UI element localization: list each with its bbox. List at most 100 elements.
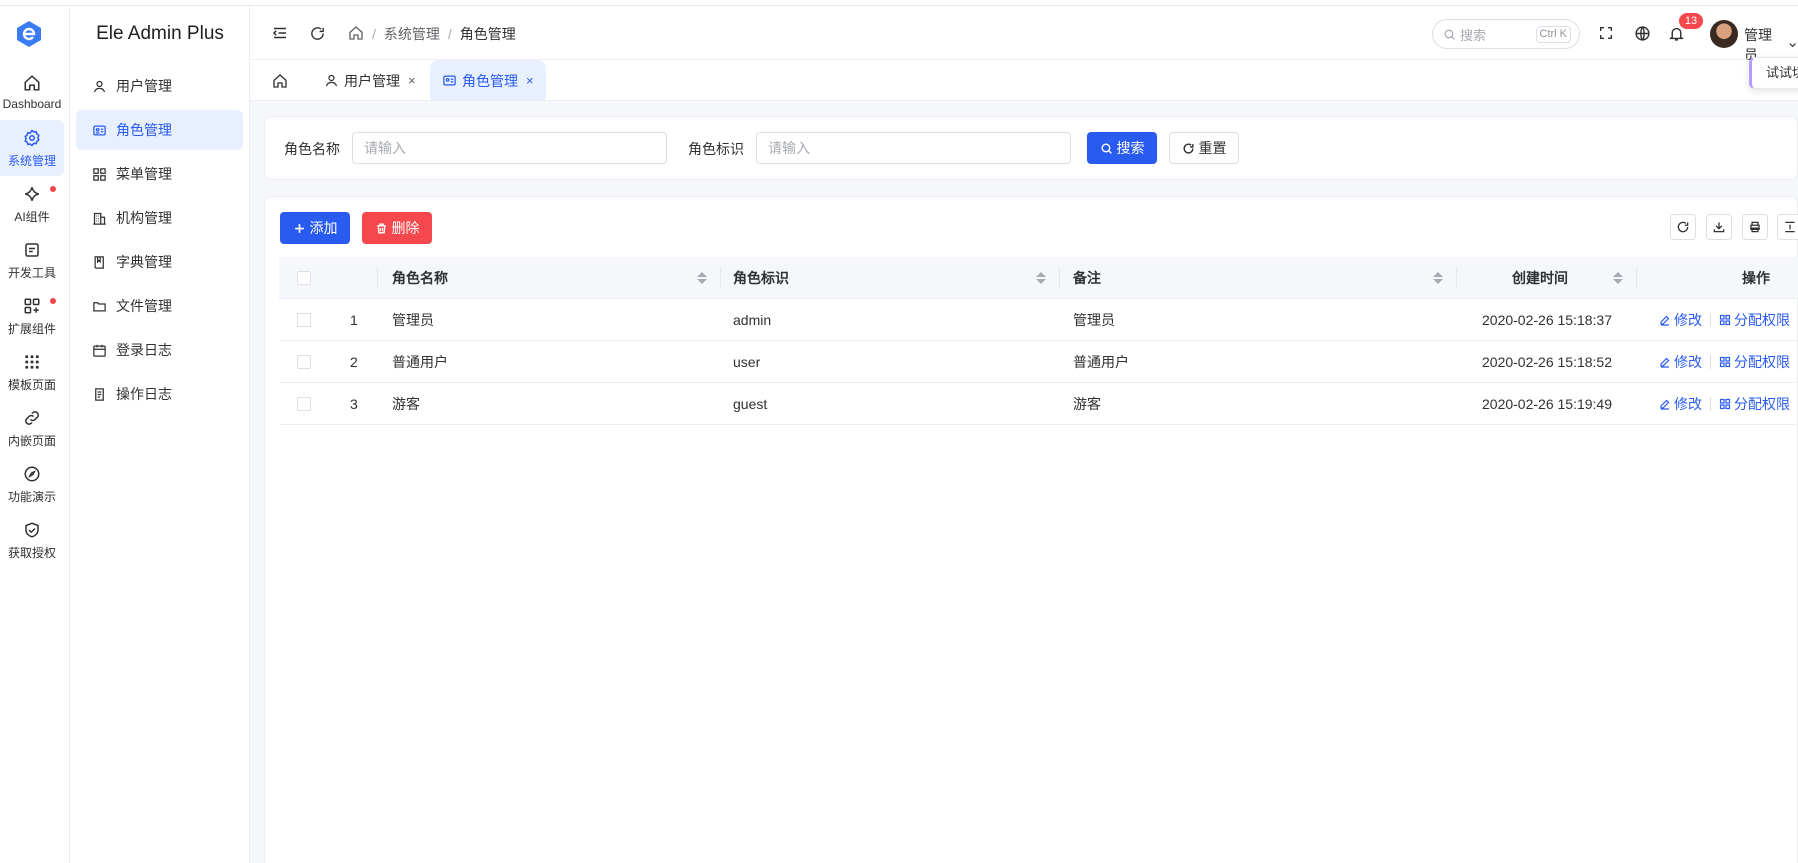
try-switch-tip[interactable]: 试试切 bbox=[1749, 57, 1798, 89]
rail-item-dashboard[interactable]: Dashboard bbox=[0, 64, 64, 120]
menu-item-label: 文件管理 bbox=[116, 298, 172, 314]
header-remark[interactable]: 备注 bbox=[1073, 257, 1101, 299]
assign-permission-link[interactable]: 分配权限 bbox=[1719, 352, 1790, 372]
menu-item-menus[interactable]: 菜单管理 bbox=[76, 154, 243, 194]
assign-permission-link[interactable]: 分配权限 bbox=[1719, 310, 1790, 330]
rail-item-label: Dashboard bbox=[2, 97, 62, 111]
rail-item-devtools[interactable]: 开发工具 bbox=[0, 232, 64, 288]
sort-icon[interactable] bbox=[697, 272, 707, 284]
tab-roles[interactable]: 角色管理 × bbox=[430, 60, 546, 101]
breadcrumb-current: 角色管理 bbox=[459, 26, 516, 42]
search-button-label: 搜索 bbox=[1116, 140, 1145, 156]
gear-icon bbox=[22, 128, 42, 148]
reset-button[interactable]: 重置 bbox=[1169, 132, 1239, 164]
rail-item-embedded[interactable]: 内嵌页面 bbox=[0, 400, 64, 456]
breadcrumb-system[interactable]: 系统管理 bbox=[384, 24, 440, 44]
tab-home[interactable] bbox=[260, 60, 304, 101]
user-icon bbox=[324, 73, 340, 89]
trash-icon bbox=[375, 222, 388, 235]
role-name-input[interactable]: 请输入 bbox=[352, 132, 667, 164]
tab-users[interactable]: 用户管理 × bbox=[312, 60, 428, 101]
row-remark: 游客 bbox=[1073, 396, 1101, 412]
rail-item-license[interactable]: 获取授权 bbox=[0, 512, 64, 568]
close-icon[interactable]: × bbox=[408, 73, 416, 88]
rail-item-label: 获取授权 bbox=[7, 545, 56, 560]
rail-item-system[interactable]: 系统管理 bbox=[0, 120, 64, 176]
add-button[interactable]: 添加 bbox=[280, 212, 350, 244]
language-button[interactable] bbox=[1632, 23, 1652, 43]
rail-item-label: 扩展组件 bbox=[7, 321, 56, 336]
rail-item-extensions[interactable]: 扩展组件 bbox=[0, 288, 64, 344]
action-divider bbox=[1710, 355, 1711, 369]
search-placeholder: 搜索 bbox=[1460, 27, 1487, 43]
notification-dot bbox=[50, 186, 56, 192]
row-actions: 修改 分配权限 bbox=[1659, 299, 1790, 341]
rail-item-ai[interactable]: AI组件 bbox=[0, 176, 64, 232]
menu-item-files[interactable]: 文件管理 bbox=[76, 286, 243, 326]
fullscreen-button[interactable] bbox=[1596, 23, 1616, 43]
row-created: 2020-02-26 15:19:49 bbox=[1482, 396, 1612, 412]
row-checkbox[interactable] bbox=[297, 341, 311, 383]
menu-item-label: 登录日志 bbox=[116, 342, 172, 358]
menu-item-users[interactable]: 用户管理 bbox=[76, 66, 243, 106]
row-checkbox[interactable] bbox=[297, 299, 311, 341]
table-row: 3 游客 guest 游客 2020-02-26 15:19:49 修改 分配权… bbox=[279, 383, 1798, 425]
menu-item-label: 角色管理 bbox=[116, 122, 172, 138]
header-role-name[interactable]: 角色名称 bbox=[392, 257, 448, 299]
dots-grid-icon bbox=[22, 352, 42, 372]
print-button[interactable] bbox=[1742, 214, 1768, 240]
sort-icon[interactable] bbox=[1613, 272, 1623, 284]
edit-link[interactable]: 修改 bbox=[1659, 352, 1702, 372]
breadcrumb-home-icon[interactable] bbox=[348, 25, 364, 44]
search-shortcut: Ctrl K bbox=[1535, 26, 1571, 43]
refresh-button[interactable] bbox=[307, 23, 327, 43]
edit-link[interactable]: 修改 bbox=[1659, 310, 1702, 330]
edit-icon bbox=[1659, 314, 1671, 326]
role-name-label: 角色名称 bbox=[284, 141, 340, 157]
menu-item-roles[interactable]: 角色管理 bbox=[76, 110, 243, 150]
header-created[interactable]: 创建时间 bbox=[1512, 257, 1568, 299]
document-icon bbox=[92, 386, 108, 402]
menu-item-dicts[interactable]: 字典管理 bbox=[76, 242, 243, 282]
edit-icon bbox=[1659, 398, 1671, 410]
breadcrumb: / 系统管理 / 角色管理 bbox=[348, 24, 516, 44]
building-icon bbox=[92, 210, 108, 226]
menu-item-label: 操作日志 bbox=[116, 386, 172, 402]
export-button[interactable] bbox=[1706, 214, 1732, 240]
rail-item-label: 开发工具 bbox=[7, 265, 56, 280]
id-card-icon bbox=[442, 73, 458, 89]
tool-icon bbox=[22, 240, 42, 260]
row-role-name: 管理员 bbox=[392, 312, 434, 328]
assign-permission-link[interactable]: 分配权限 bbox=[1719, 394, 1790, 414]
rail-item-templates[interactable]: 模板页面 bbox=[0, 344, 64, 400]
user-icon bbox=[92, 78, 108, 94]
density-icon bbox=[1785, 221, 1795, 233]
menu-item-login-log[interactable]: 登录日志 bbox=[76, 330, 243, 370]
app-brand: Ele Admin Plus bbox=[96, 23, 224, 44]
top-header: / 系统管理 / 角色管理 搜索 Ctrl K 13 管理员 bbox=[250, 6, 1798, 63]
row-checkbox[interactable] bbox=[297, 383, 311, 425]
column-divider bbox=[1059, 267, 1060, 289]
global-search-input[interactable]: 搜索 Ctrl K bbox=[1432, 19, 1580, 49]
avatar[interactable] bbox=[1710, 20, 1738, 48]
density-button[interactable] bbox=[1777, 214, 1798, 240]
collapse-menu-button[interactable] bbox=[270, 23, 290, 43]
compass-icon bbox=[22, 464, 42, 484]
breadcrumb-separator: / bbox=[447, 26, 452, 42]
tab-label: 用户管理 bbox=[344, 72, 400, 89]
select-all-checkbox[interactable] bbox=[297, 257, 311, 299]
home-icon bbox=[272, 73, 288, 89]
sort-icon[interactable] bbox=[1433, 272, 1443, 284]
menu-item-orgs[interactable]: 机构管理 bbox=[76, 198, 243, 238]
search-button[interactable]: 搜索 bbox=[1087, 132, 1157, 164]
menu-item-op-log[interactable]: 操作日志 bbox=[76, 374, 243, 414]
edit-link[interactable]: 修改 bbox=[1659, 394, 1702, 414]
delete-button[interactable]: 删除 bbox=[362, 212, 432, 244]
table-refresh-button[interactable] bbox=[1670, 214, 1696, 240]
close-icon[interactable]: × bbox=[526, 73, 534, 88]
fullscreen-icon bbox=[1600, 27, 1612, 39]
sort-icon[interactable] bbox=[1036, 272, 1046, 284]
role-code-input[interactable]: 请输入 bbox=[756, 132, 1071, 164]
header-role-code[interactable]: 角色标识 bbox=[733, 257, 789, 299]
rail-item-demo[interactable]: 功能演示 bbox=[0, 456, 64, 512]
